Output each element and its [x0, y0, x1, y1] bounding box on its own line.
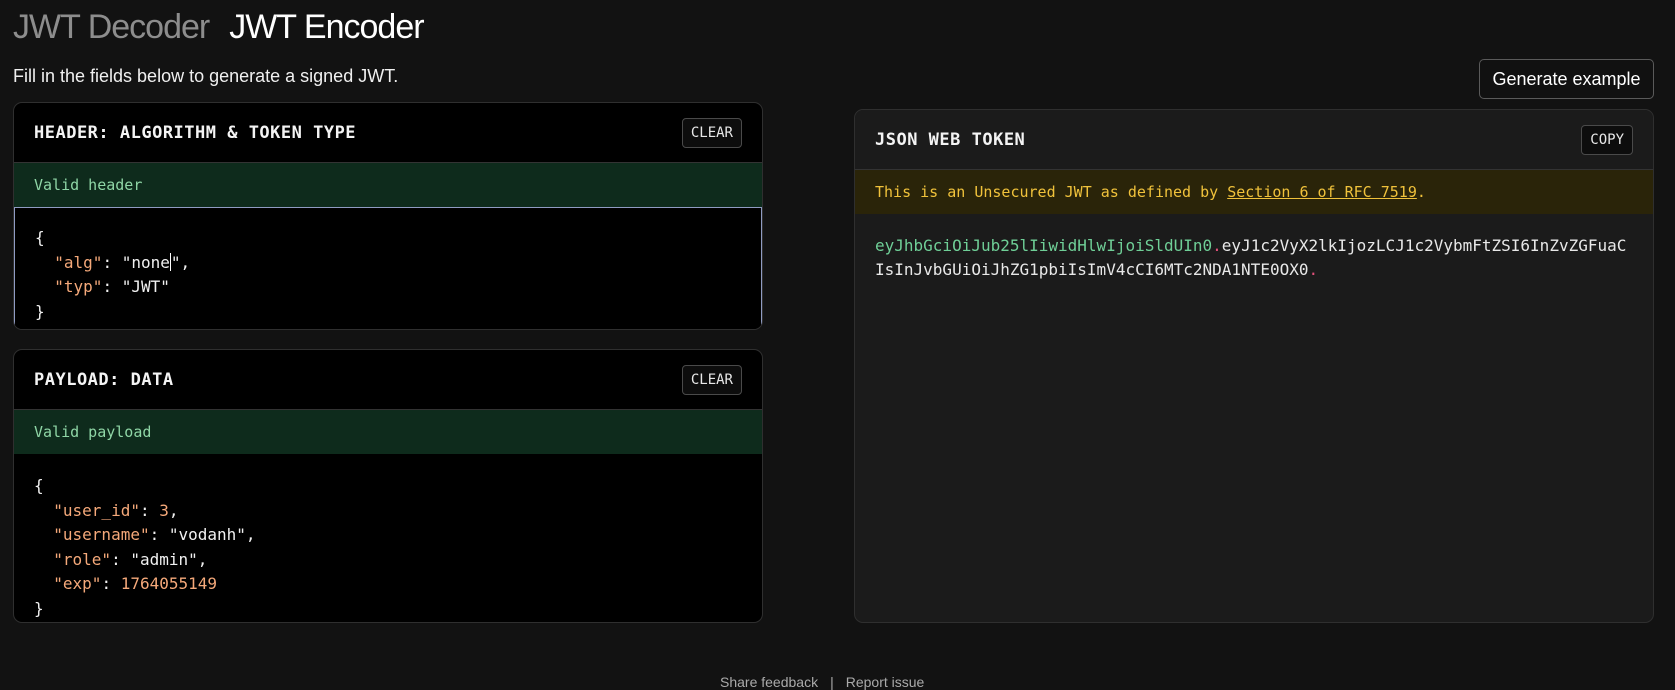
json-key-exp: "exp": [53, 574, 102, 593]
payload-panel-header: PAYLOAD: DATA CLEAR: [14, 350, 762, 410]
page-subtitle: Fill in the fields below to generate a s…: [13, 66, 399, 86]
report-issue-link[interactable]: Report issue: [846, 674, 925, 690]
json-close-brace: }: [35, 301, 45, 321]
json-value-alg: "none": [121, 252, 181, 272]
warning-suffix: .: [1416, 183, 1426, 201]
payload-clear-button[interactable]: CLEAR: [681, 364, 742, 395]
token-header-segment: eyJhbGciOiJub25lIiwidHlwIjoiSldUIn0: [875, 236, 1213, 255]
footer: Share feedback | Report issue: [720, 674, 924, 690]
json-value-exp: 1764055149: [120, 574, 218, 593]
json-close-brace: }: [34, 598, 44, 618]
payload-panel: PAYLOAD: DATA CLEAR Valid payload { "use…: [13, 349, 763, 623]
generate-example-button[interactable]: Generate example: [1479, 59, 1654, 99]
token-separator-dot: .: [1212, 236, 1222, 255]
json-key-typ: "typ": [54, 277, 103, 296]
json-open-brace: {: [35, 228, 45, 247]
rfc-link[interactable]: Section 6 of RFC 7519: [1227, 183, 1417, 201]
json-key-user-id: "user_id": [53, 500, 140, 520]
tab-bar: JWT Decoder JWT Encoder: [13, 2, 425, 52]
json-key-username: "username": [53, 525, 150, 544]
footer-separator: |: [830, 674, 834, 690]
json-value-username: "vodanh": [168, 525, 246, 544]
json-value-user-id: 3: [159, 500, 169, 520]
unsecured-warning: This is an Unsecured JWT as defined by S…: [855, 170, 1653, 214]
payload-panel-title: PAYLOAD: DATA: [34, 369, 174, 390]
header-panel: HEADER: ALGORITHM & TOKEN TYPE CLEAR Val…: [13, 102, 763, 330]
header-json-editor[interactable]: { "alg": "none", "typ": "JWT" }: [14, 207, 762, 329]
json-value-role: "admin": [130, 549, 198, 569]
header-panel-header: HEADER: ALGORITHM & TOKEN TYPE CLEAR: [14, 103, 762, 163]
warning-text: This is an Unsecured JWT as defined by: [875, 183, 1228, 201]
share-feedback-link[interactable]: Share feedback: [720, 674, 818, 690]
encoded-token[interactable]: eyJhbGciOiJub25lIiwidHlwIjoiSldUIn0.eyJ1…: [855, 214, 1653, 302]
tab-jwt-encoder[interactable]: JWT Encoder: [229, 2, 424, 52]
json-value-typ: "JWT": [121, 277, 170, 296]
payload-json-editor[interactable]: { "user_id": 3, "username": "vodanh", "r…: [14, 454, 762, 622]
header-status: Valid header: [14, 163, 762, 207]
json-key-alg: "alg": [54, 252, 103, 272]
copy-button[interactable]: COPY: [1581, 124, 1633, 155]
token-panel: JSON WEB TOKEN COPY This is an Unsecured…: [854, 109, 1654, 623]
token-panel-title: JSON WEB TOKEN: [875, 129, 1026, 150]
json-open-brace: {: [34, 476, 44, 495]
header-clear-button[interactable]: CLEAR: [681, 117, 742, 148]
token-separator-dot: .: [1308, 260, 1319, 279]
payload-status: Valid payload: [14, 410, 762, 454]
tab-jwt-decoder[interactable]: JWT Decoder: [13, 2, 210, 52]
token-panel-header: JSON WEB TOKEN COPY: [855, 110, 1653, 170]
header-panel-title: HEADER: ALGORITHM & TOKEN TYPE: [34, 122, 357, 143]
json-key-role: "role": [53, 549, 112, 569]
